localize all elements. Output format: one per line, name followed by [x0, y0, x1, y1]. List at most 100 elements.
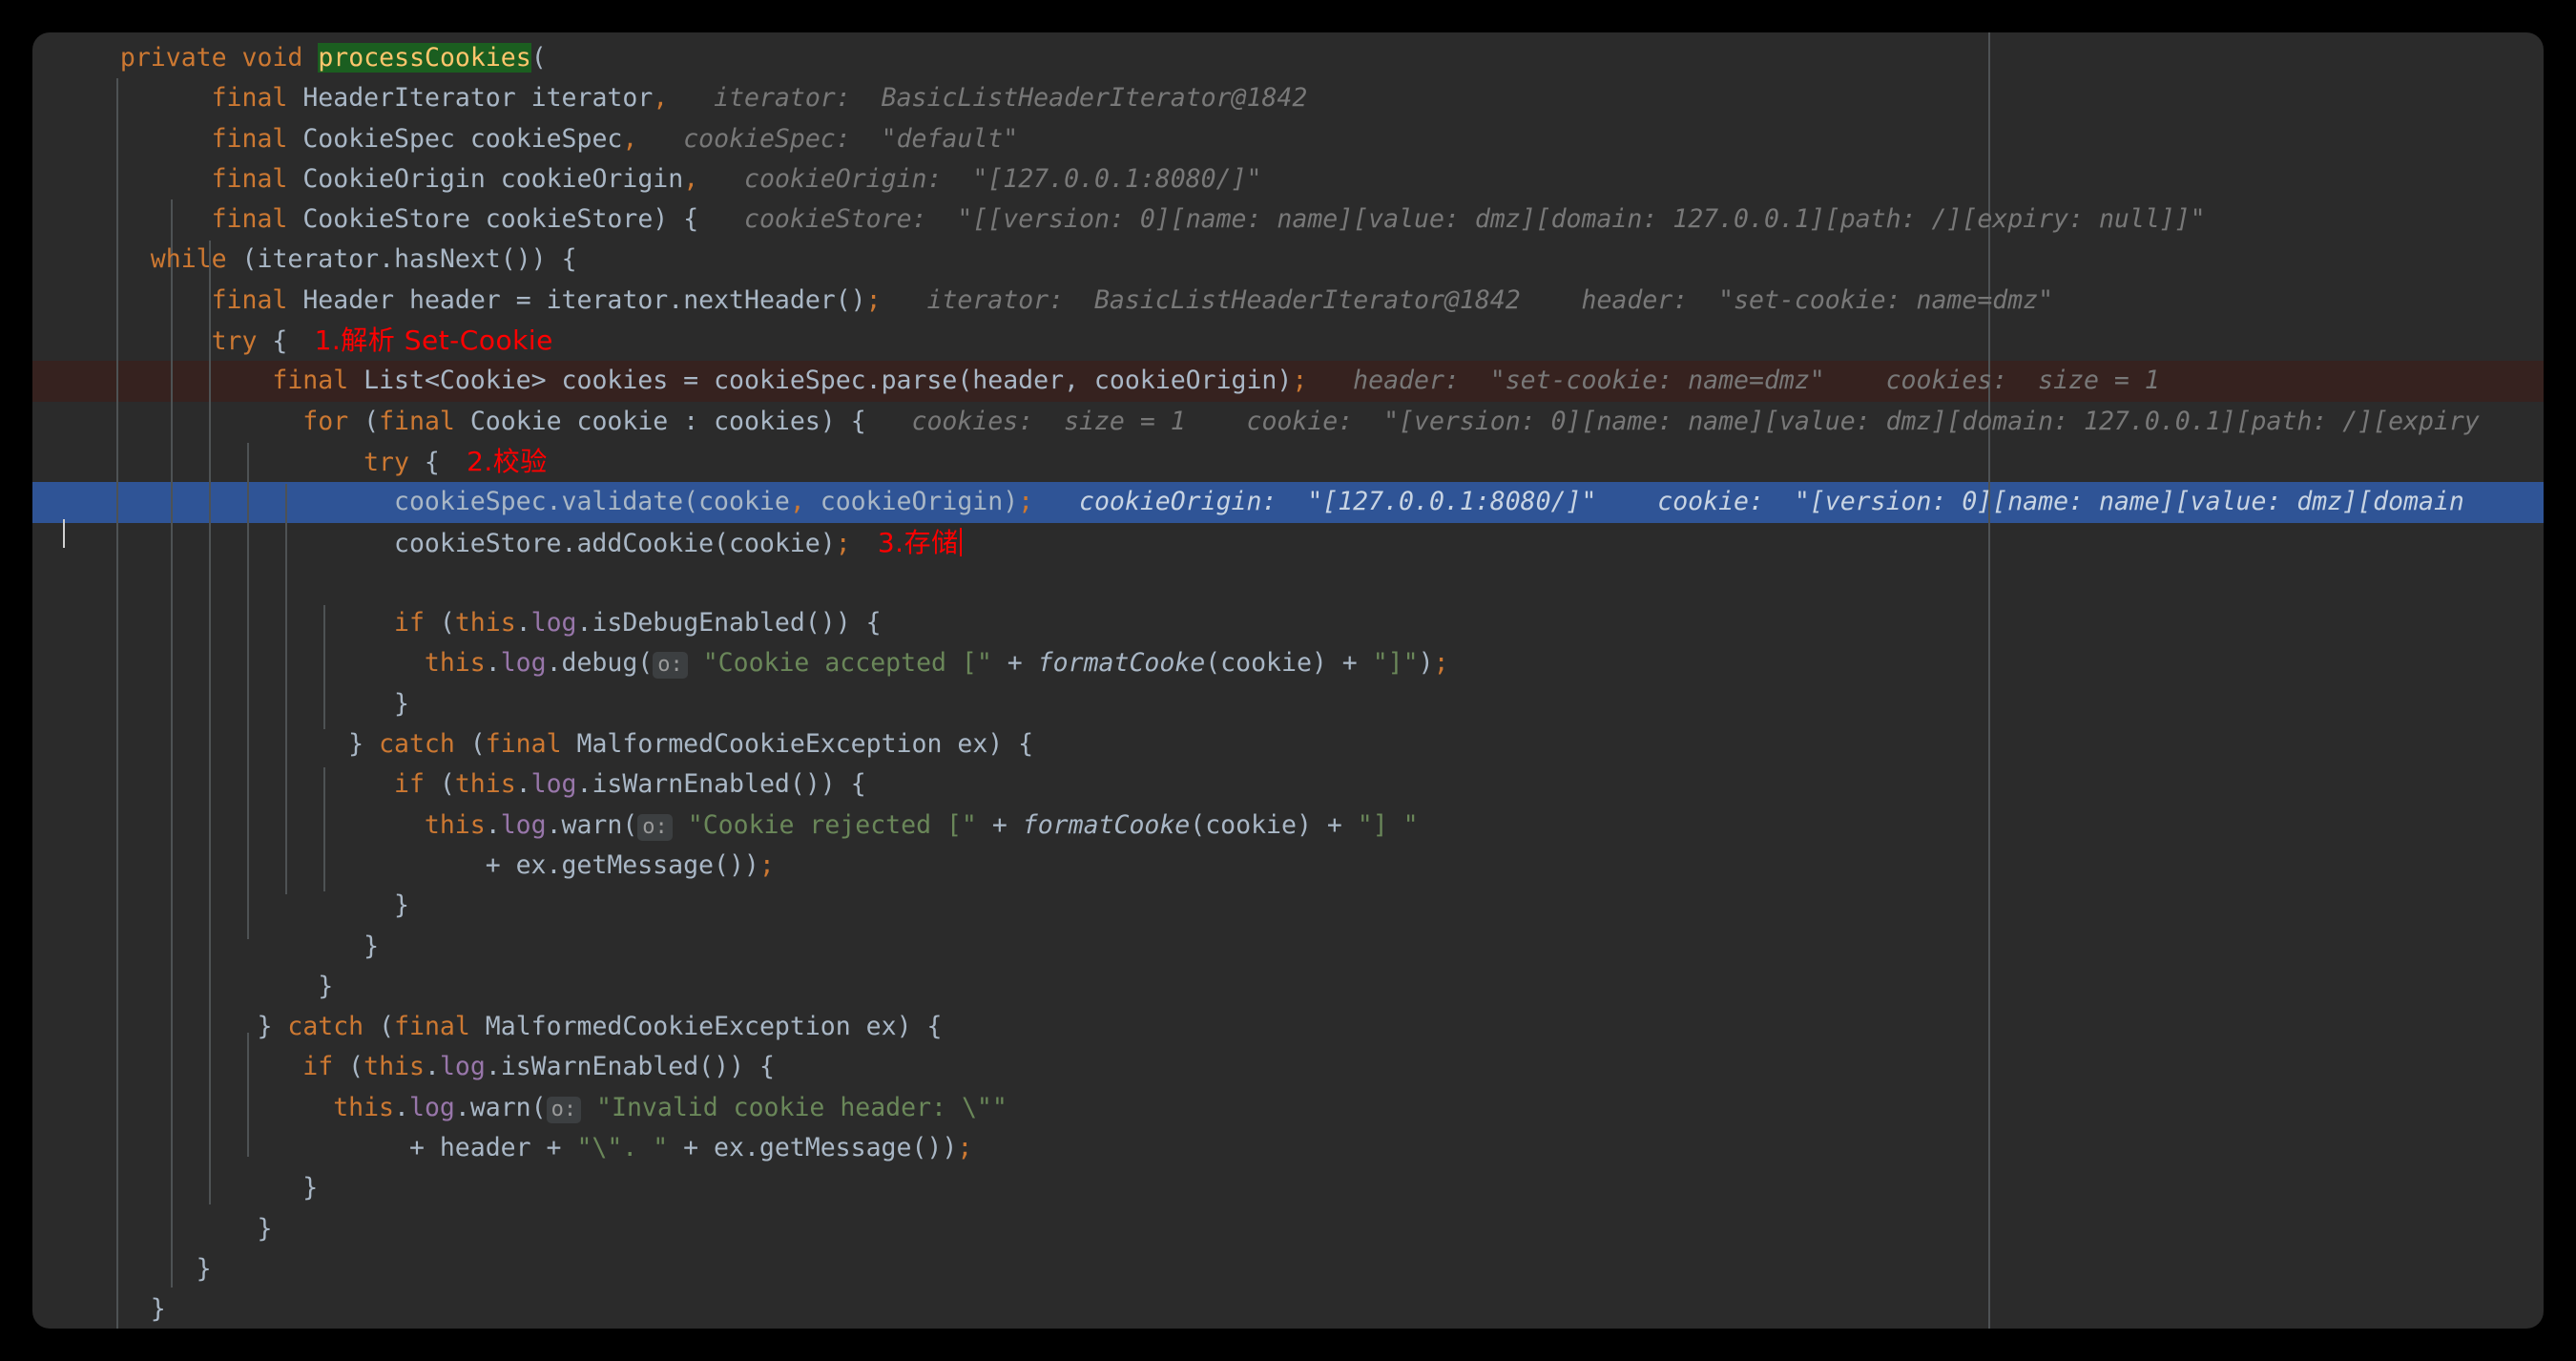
code-line-text: if (this.log.isWarnEnabled()) {: [32, 1047, 775, 1087]
code-line[interactable]: }: [32, 1209, 2544, 1249]
code-line[interactable]: } catch (final MalformedCookieException …: [32, 724, 2544, 764]
debugger-inline-value-hint[interactable]: cookieSpec: "default": [637, 124, 1018, 154]
code-token: {: [257, 326, 288, 357]
code-line[interactable]: this.log.warn(o: "Cookie rejected [" + f…: [32, 806, 2544, 846]
code-line[interactable]: + ex.getMessage());: [32, 846, 2544, 886]
code-line[interactable]: cookieStore.addCookie(cookie); 3.存储: [32, 523, 2544, 563]
code-line[interactable]: final List<Cookie> cookies = cookieSpec.…: [32, 361, 2544, 402]
code-editor-panel[interactable]: private void processCookies(final Header…: [32, 32, 2544, 1329]
code-line[interactable]: if (this.log.isWarnEnabled()) {: [32, 1047, 2544, 1087]
code-line[interactable]: final CookieSpec cookieSpec, cookieSpec:…: [32, 119, 2544, 159]
code-token: cookieStore.addCookie(cookie): [394, 528, 836, 558]
code-line-text: this.log.debug(o: "Cookie accepted [" + …: [32, 643, 1449, 685]
code-token: (: [530, 43, 547, 73]
debugger-inline-value-hint[interactable]: iterator: BasicListHeaderIterator@1842: [882, 285, 1520, 315]
code-line[interactable]: }: [32, 684, 2544, 724]
code-line[interactable]: final CookieStore cookieStore) { cookieS…: [32, 199, 2544, 240]
debugger-inline-value-hint[interactable]: cookieStore: "[[version: 0][name: name][…: [698, 204, 2206, 234]
code-line[interactable]: this.log.debug(o: "Cookie accepted [" + …: [32, 643, 2544, 683]
code-token: ,: [683, 163, 699, 194]
code-line[interactable]: final Header header = iterator.nextHeade…: [32, 281, 2544, 321]
code-token: .isWarnEnabled()) {: [485, 1052, 775, 1082]
debugger-inline-value-hint[interactable]: cookieOrigin: "[127.0.0.1:8080/]": [1033, 487, 1596, 516]
code-line-text: this.log.warn(o: "Cookie rejected [" + f…: [32, 806, 1419, 848]
debugger-inline-value-hint[interactable]: cookies: size = 1: [866, 407, 1186, 436]
code-token: (: [364, 1012, 395, 1042]
code-line[interactable]: }: [32, 967, 2544, 1007]
code-token: (cookie) +: [1190, 809, 1358, 840]
code-line[interactable]: private void processCookies(: [32, 38, 2544, 78]
code-token: ;: [1433, 648, 1449, 679]
code-token: .: [515, 608, 531, 639]
code-token: .warn(: [546, 809, 638, 840]
code-token: .: [485, 648, 501, 679]
code-line-text: this.log.warn(o: "Invalid cookie header:…: [32, 1088, 1008, 1130]
code-token: CookieOrigin cookieOrigin: [287, 163, 684, 194]
code-line[interactable]: this.log.warn(o: "Invalid cookie header:…: [32, 1088, 2544, 1128]
debugger-inline-value-hint[interactable]: cookies: size = 1: [1825, 366, 2160, 395]
code-token: ,: [789, 487, 805, 517]
code-line[interactable]: if (this.log.isWarnEnabled()) {: [32, 764, 2544, 805]
code-line-text: cookieSpec.validate(cookie, cookieOrigin…: [32, 482, 2464, 522]
code-token: CookieSpec cookieSpec: [287, 123, 623, 154]
code-token: .: [515, 769, 531, 800]
code-token: formatCooke: [1022, 809, 1191, 840]
code-line[interactable]: [32, 563, 2544, 603]
parameter-name-hint: o:: [546, 1096, 582, 1123]
code-token: final: [485, 729, 562, 760]
red-annotation-label: 3.存储: [850, 526, 959, 558]
code-line[interactable]: + header + "\". " + ex.getMessage());: [32, 1128, 2544, 1168]
code-token: log: [500, 809, 547, 840]
code-line-text: if (this.log.isDebugEnabled()) {: [32, 603, 882, 643]
debugger-inline-value-hint[interactable]: cookie: "[version: 0][name: name][value:…: [1186, 407, 2480, 436]
code-line[interactable]: while (iterator.hasNext()) {: [32, 240, 2544, 280]
code-line-text: final HeaderIterator iterator, iterator:…: [32, 78, 1308, 118]
code-token: + header +: [408, 1133, 577, 1163]
code-token: final: [211, 284, 288, 315]
code-line[interactable]: }: [32, 1289, 2544, 1329]
parameter-name-hint: o:: [637, 813, 673, 841]
code-line[interactable]: final HeaderIterator iterator, iterator:…: [32, 78, 2544, 118]
code-line[interactable]: try { 2.校验: [32, 442, 2544, 482]
code-token: this: [364, 1052, 425, 1082]
debugger-inline-value-hint[interactable]: header: "set-cookie: name=dmz": [1521, 285, 2054, 315]
debugger-inline-value-hint[interactable]: iterator: BasicListHeaderIterator@1842: [668, 83, 1307, 113]
code-line[interactable]: } catch (final MalformedCookieException …: [32, 1007, 2544, 1047]
code-token: MalformedCookieException ex) {: [469, 1012, 943, 1042]
debugger-inline-value-hint[interactable]: cookie: "[version: 0][name: name][value:…: [1596, 487, 2464, 516]
code-line[interactable]: if (this.log.isDebugEnabled()) {: [32, 603, 2544, 643]
code-token: while: [150, 244, 227, 275]
code-line-text: final CookieSpec cookieSpec, cookieSpec:…: [32, 119, 1019, 159]
code-token: log: [408, 1092, 455, 1122]
code-line[interactable]: }: [32, 886, 2544, 926]
code-token: catch: [379, 729, 455, 760]
code-token: this: [454, 769, 516, 800]
code-token: ,: [622, 123, 638, 154]
code-line[interactable]: }: [32, 1168, 2544, 1208]
code-line[interactable]: }: [32, 1249, 2544, 1289]
code-token: }: [394, 688, 409, 719]
code-token: .: [394, 1092, 409, 1122]
screenshot-root: private void processCookies(final Header…: [0, 0, 2576, 1361]
code-token: CookieStore cookieStore) {: [287, 204, 699, 235]
code-token: log: [530, 608, 577, 639]
code-token: log: [439, 1052, 486, 1082]
debugger-inline-value-hint[interactable]: cookieOrigin: "[127.0.0.1:8080/]": [698, 164, 1261, 194]
code-line[interactable]: final CookieOrigin cookieOrigin, cookieO…: [32, 159, 2544, 199]
code-lines-container[interactable]: private void processCookies(final Header…: [32, 38, 2544, 1329]
debugger-inline-value-hint[interactable]: header: "set-cookie: name=dmz": [1307, 366, 1825, 395]
code-token: (cookie) +: [1205, 648, 1373, 679]
code-token: if: [394, 769, 425, 800]
code-line[interactable]: try { 1.解析 Set-Cookie: [32, 321, 2544, 361]
code-line[interactable]: }: [32, 927, 2544, 967]
code-token: Cookie cookie : cookies) {: [454, 406, 866, 436]
code-token: (: [333, 1052, 364, 1082]
code-line[interactable]: cookieSpec.validate(cookie, cookieOrigin…: [32, 482, 2544, 523]
code-line-text: }: [32, 1209, 272, 1249]
code-token: {: [408, 447, 440, 477]
code-token: ;: [865, 284, 882, 315]
code-token: try: [211, 326, 258, 357]
code-line[interactable]: for (final Cookie cookie : cookies) { co…: [32, 402, 2544, 442]
code-token: .: [424, 1052, 440, 1082]
